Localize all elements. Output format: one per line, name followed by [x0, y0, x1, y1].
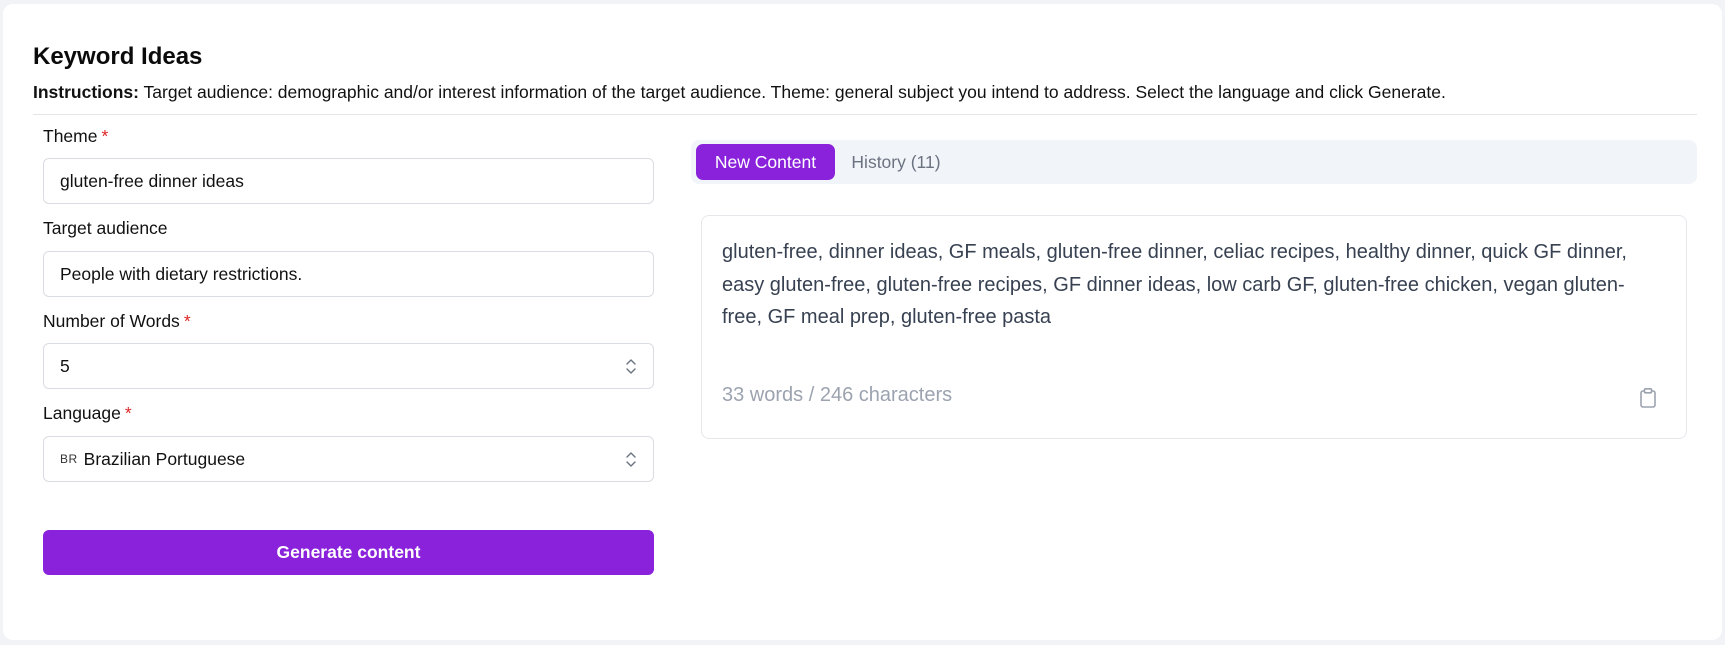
tab-history[interactable]: History (11)	[841, 144, 951, 180]
theme-input[interactable]: gluten-free dinner ideas	[43, 158, 654, 204]
generate-content-button[interactable]: Generate content	[43, 530, 654, 575]
page-title: Keyword Ideas	[33, 43, 203, 70]
instructions: Instructions: Target audience: demograph…	[33, 80, 1446, 104]
tab-new-content[interactable]: New Content	[696, 144, 835, 180]
output-card: gluten-free, dinner ideas, GF meals, glu…	[701, 215, 1687, 439]
required-mark: *	[183, 311, 191, 331]
header-divider	[33, 114, 1697, 115]
word-character-count: 33 words / 246 characters	[722, 384, 953, 406]
instructions-label: Instructions:	[33, 82, 139, 102]
number-of-words-select[interactable]: 5	[43, 343, 654, 389]
target-audience-label: Target audience	[43, 218, 168, 238]
required-mark: *	[101, 126, 109, 146]
clipboard-icon[interactable]	[1638, 387, 1658, 409]
theme-input-value: gluten-free dinner ideas	[60, 170, 244, 191]
main-card: Keyword Ideas Instructions: Target audie…	[3, 4, 1722, 640]
brazil-flag-icon: BR	[60, 452, 78, 466]
instructions-text: Target audience: demographic and/or inte…	[143, 82, 1446, 102]
chevron-up-down-icon	[625, 450, 637, 468]
generated-keywords-text: gluten-free, dinner ideas, GF meals, glu…	[722, 241, 1627, 328]
target-audience-input[interactable]: People with dietary restrictions.	[43, 251, 654, 297]
target-audience-input-value: People with dietary restrictions.	[60, 263, 303, 284]
language-label: Language *	[43, 403, 132, 423]
chevron-up-down-icon	[625, 357, 637, 375]
required-mark: *	[124, 403, 132, 423]
language-select[interactable]: BR Brazilian Portuguese	[43, 436, 654, 482]
theme-label: Theme *	[43, 126, 109, 146]
number-of-words-label: Number of Words *	[43, 311, 191, 331]
number-of-words-value: 5	[60, 355, 70, 376]
content-tabs: New Content History (11)	[691, 140, 1697, 184]
language-value: Brazilian Portuguese	[83, 448, 246, 469]
